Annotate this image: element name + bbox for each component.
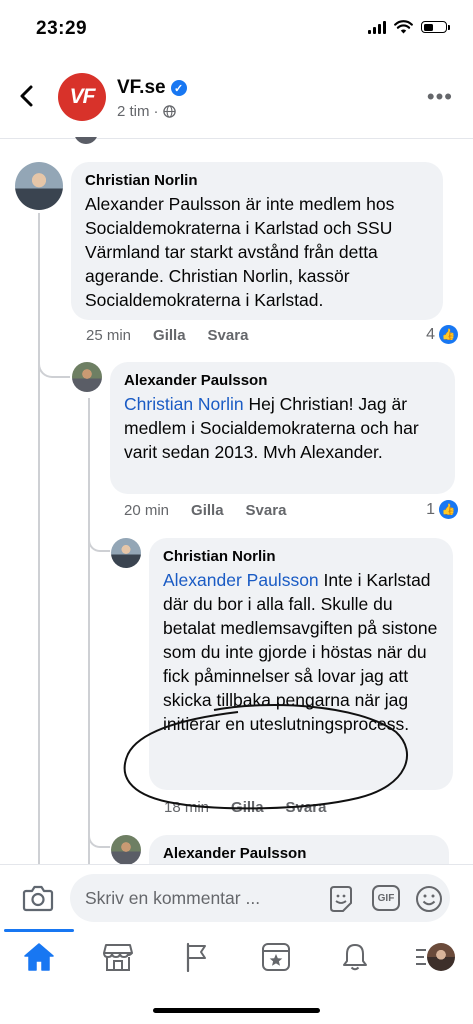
avatar[interactable] (15, 162, 63, 210)
menu-icon (416, 949, 426, 965)
post-time: 2 tim (117, 103, 150, 120)
thread-connector (88, 828, 110, 848)
reply-button[interactable]: Svara (246, 502, 287, 519)
cellular-signal-icon (368, 20, 386, 34)
comment-author[interactable]: Alexander Paulsson (163, 845, 435, 862)
wifi-icon (394, 20, 413, 34)
hand-drawn-circle (123, 704, 408, 810)
comment-input[interactable] (85, 874, 305, 922)
sticker-icon[interactable] (327, 885, 355, 913)
comment-actions: 20 min Gilla Svara (124, 502, 286, 519)
back-arrow-icon[interactable] (18, 84, 36, 108)
page-name[interactable]: VF.se ✓ (117, 77, 187, 99)
tab-home[interactable] (19, 942, 59, 972)
header-divider (0, 138, 473, 139)
more-options-icon[interactable]: ••• (427, 84, 453, 110)
mention-link[interactable]: Christian Norlin (124, 394, 244, 414)
reaction-summary[interactable]: 1 👍 (426, 500, 458, 519)
avatar[interactable] (72, 362, 102, 392)
thread-line (88, 398, 90, 868)
like-reaction-icon: 👍 (439, 325, 458, 344)
post-meta: 2 tim · (117, 103, 176, 120)
news-icon (262, 943, 290, 971)
comment-time: 25 min (86, 327, 132, 344)
active-tab-indicator (4, 929, 74, 932)
comment-box[interactable]: GIF (70, 874, 450, 922)
profile-avatar (427, 943, 455, 971)
mention-link[interactable]: Alexander Paulsson (163, 570, 319, 590)
comment-bubble: Alexander Paulsson Christian Norlin Hej … (110, 362, 455, 494)
gif-label: GIF (377, 892, 395, 904)
battery-icon (421, 21, 450, 33)
like-button[interactable]: Gilla (153, 327, 186, 344)
like-button[interactable]: Gilla (191, 502, 224, 519)
page-name-label: VF.se (117, 77, 166, 98)
comment-text: Alexander Paulsson är inte medlem hos So… (85, 194, 395, 310)
verified-badge-icon: ✓ (170, 80, 187, 96)
notifications-bell-icon (343, 944, 367, 971)
reaction-summary[interactable]: 4 👍 (426, 325, 458, 344)
emoji-icon[interactable] (415, 885, 443, 913)
comment-author[interactable]: Christian Norlin (85, 172, 429, 189)
tab-notifications[interactable] (335, 942, 375, 972)
reaction-count: 1 (426, 500, 435, 518)
comment-author[interactable]: Alexander Paulsson (124, 372, 441, 389)
thread-connector (88, 532, 110, 552)
reply-button[interactable]: Svara (208, 327, 249, 344)
reaction-count: 4 (426, 325, 435, 343)
thread-line (38, 213, 40, 873)
camera-icon[interactable] (22, 884, 54, 912)
avatar[interactable] (74, 137, 98, 144)
status-time: 23:29 (36, 18, 88, 39)
home-icon (24, 943, 54, 971)
tab-news[interactable] (256, 942, 296, 972)
tab-pages[interactable] (177, 942, 217, 972)
thread-connector (38, 356, 70, 378)
marketplace-icon (103, 944, 133, 971)
comment-text: Christian Norlin Hej Christian! Jag är m… (124, 392, 441, 464)
status-icons (368, 20, 450, 34)
comment-time: 20 min (124, 502, 170, 519)
avatar[interactable] (111, 835, 141, 865)
comment-bubble: Christian Norlin Alexander Paulsson är i… (71, 162, 443, 320)
page-logo[interactable]: VF (58, 73, 106, 121)
composer-divider (0, 864, 473, 865)
comment-actions: 25 min Gilla Svara (86, 327, 248, 344)
home-indicator (153, 1008, 320, 1013)
gif-icon[interactable]: GIF (372, 885, 400, 911)
like-reaction-icon: 👍 (439, 500, 458, 519)
tab-marketplace[interactable] (98, 942, 138, 972)
avatar[interactable] (111, 538, 141, 568)
pages-flag-icon (186, 942, 206, 972)
tab-menu[interactable] (410, 942, 460, 972)
comment-author[interactable]: Christian Norlin (163, 548, 439, 565)
globe-icon (162, 105, 176, 118)
